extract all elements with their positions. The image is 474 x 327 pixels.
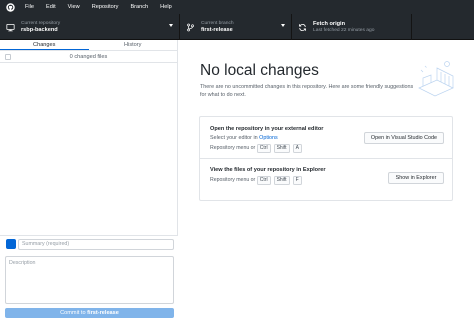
changed-files-count: 0 changed files	[69, 53, 108, 60]
menu-edit[interactable]: Edit	[46, 4, 56, 10]
suggestion-title: View the files of your repository in Exp…	[210, 167, 326, 173]
commit-button-branch: first-release	[87, 310, 119, 316]
tab-changes[interactable]: Changes	[0, 40, 89, 50]
shortcut-prefix: Repository menu or	[210, 177, 256, 184]
shortcut-key: Ctrl	[256, 144, 271, 153]
toolbar: Current repository rsbp-backend Current …	[0, 14, 474, 40]
show-in-explorer-button[interactable]: Show in Explorer	[388, 172, 444, 184]
keyboard-shortcut: Repository menu or Ctrl Shift A	[210, 144, 303, 153]
menu-help[interactable]: Help	[160, 4, 172, 10]
select-all-checkbox[interactable]	[5, 54, 11, 60]
keyboard-shortcut: Repository menu or Ctrl Shift F	[210, 176, 303, 185]
suggestion-show-explorer: View the files of your repository in Exp…	[200, 159, 452, 201]
fetch-origin-label: Fetch origin	[313, 20, 346, 27]
commit-area: Summary (required) Description Commit to…	[0, 235, 178, 327]
desktop-icon	[6, 23, 15, 31]
page-title: No local changes	[200, 62, 319, 79]
last-fetched-text: Last fetched 22 minutes ago	[313, 27, 375, 33]
description-field[interactable]: Description	[5, 256, 174, 304]
menu-branch[interactable]: Branch	[130, 4, 148, 10]
suggestion-description-text: Select your editor in	[210, 135, 258, 141]
page-subtitle: There are no uncommitted changes in this…	[200, 84, 414, 98]
shortcut-key: Ctrl	[256, 176, 271, 185]
main-panel: No local changes There are no uncommitte…	[179, 40, 474, 327]
suggestions-box: Open the repository in your external edi…	[199, 116, 453, 201]
suggestion-description: Select your editor in Options	[210, 135, 278, 141]
github-logo-icon	[6, 2, 15, 12]
sidebar-tabs: Changes History	[0, 40, 177, 51]
open-in-editor-button[interactable]: Open in Visual Studio Code	[364, 132, 444, 144]
chevron-down-icon	[281, 24, 285, 27]
tab-history[interactable]: History	[89, 40, 178, 50]
menu-file[interactable]: File	[25, 4, 34, 10]
current-repository-button[interactable]: Current repository rsbp-backend	[0, 14, 180, 40]
menu-view[interactable]: View	[68, 4, 80, 10]
current-branch-button[interactable]: Current branch first-release	[180, 14, 292, 40]
suggestion-open-editor: Open the repository in your external edi…	[200, 117, 452, 159]
sidebar: Changes History 0 changed files Summary …	[0, 40, 178, 327]
current-repository-value: rsbp-backend	[21, 26, 58, 33]
menu-bar: File Edit View Repository Branch Help	[0, 0, 474, 14]
branch-icon	[187, 23, 194, 31]
shortcut-key: Shift	[273, 176, 290, 185]
suggestion-title: Open the repository in your external edi…	[210, 126, 324, 132]
avatar	[6, 239, 16, 249]
shortcut-prefix: Repository menu or	[210, 145, 256, 152]
changes-header: 0 changed files	[0, 51, 177, 63]
menu-repository[interactable]: Repository	[92, 4, 119, 10]
options-link[interactable]: Options	[259, 135, 278, 141]
commit-button-prefix: Commit to	[60, 310, 86, 316]
shortcut-key: F	[292, 176, 302, 185]
sync-icon	[298, 23, 307, 31]
empty-state-illustration-icon	[418, 61, 454, 97]
commit-button[interactable]: Commit to first-release	[5, 308, 174, 318]
chevron-down-icon	[169, 24, 173, 27]
shortcut-key: A	[292, 144, 302, 153]
shortcut-key: Shift	[273, 144, 290, 153]
fetch-origin-button[interactable]: Fetch origin Last fetched 22 minutes ago	[292, 14, 412, 40]
current-branch-value: first-release	[201, 26, 233, 33]
summary-input[interactable]: Summary (required)	[18, 239, 174, 250]
